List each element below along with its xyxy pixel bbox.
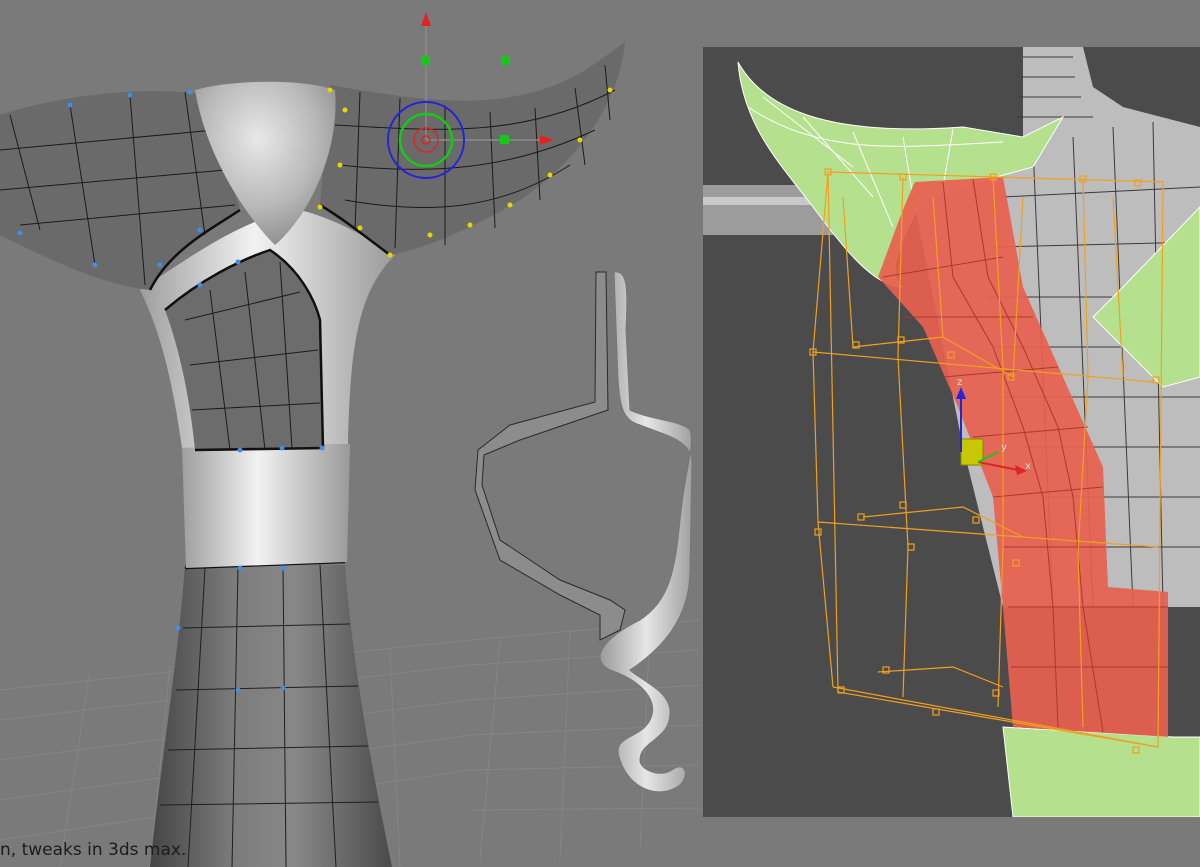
caption-text: n, tweaks in 3ds max. [0, 840, 186, 860]
tube-body[interactable] [150, 560, 392, 867]
axis-z-label: z [957, 377, 962, 388]
viewport-right[interactable]: z x y [703, 47, 1200, 817]
axis-x-label: x [1025, 461, 1031, 472]
hook-figure[interactable] [474, 271, 693, 793]
right-wing[interactable] [319, 42, 625, 256]
axis-y-label: y [1001, 442, 1007, 453]
white-band[interactable] [182, 444, 350, 568]
green-lower-tube[interactable] [1002, 726, 1200, 817]
